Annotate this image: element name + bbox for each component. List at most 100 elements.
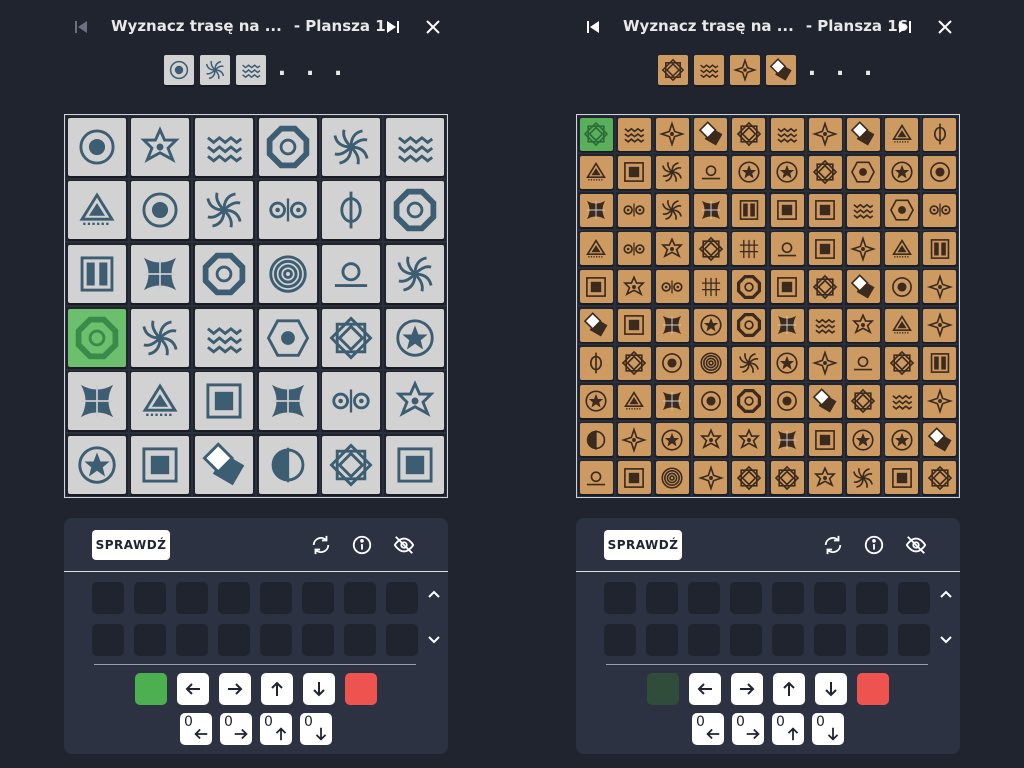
board-cell[interactable] — [768, 344, 807, 383]
board-cell[interactable] — [192, 369, 256, 434]
program-slot[interactable] — [302, 624, 334, 656]
move-left-command[interactable] — [689, 673, 721, 705]
board-cell[interactable] — [729, 115, 768, 154]
board-cell[interactable] — [615, 191, 654, 230]
board-cell[interactable] — [577, 115, 616, 154]
board-cell[interactable] — [383, 369, 447, 434]
board-cell[interactable] — [319, 178, 384, 243]
program-slot[interactable] — [604, 582, 636, 614]
board-cell[interactable] — [920, 382, 959, 421]
board-cell[interactable] — [615, 115, 654, 154]
zero-up-command[interactable]: 0 — [260, 713, 292, 745]
board-cell[interactable] — [256, 178, 320, 243]
program-slot[interactable] — [92, 624, 124, 656]
program-slot[interactable] — [604, 624, 636, 656]
board-cell[interactable] — [806, 191, 845, 230]
board-cell[interactable] — [128, 178, 193, 243]
board-cell[interactable] — [192, 306, 256, 370]
program-slot[interactable] — [260, 582, 292, 614]
board-cell[interactable] — [920, 420, 959, 459]
board-cell[interactable] — [319, 242, 384, 306]
board-cell[interactable] — [615, 420, 654, 459]
board-cell[interactable] — [806, 306, 845, 345]
board-cell[interactable] — [128, 115, 193, 179]
board-cell[interactable] — [256, 242, 320, 306]
board-cell[interactable] — [844, 153, 883, 192]
board-cell[interactable] — [256, 433, 320, 497]
board-cell[interactable] — [691, 382, 730, 421]
board-cell[interactable] — [844, 229, 883, 268]
board-cell[interactable] — [383, 178, 447, 243]
program-slot[interactable] — [646, 582, 678, 614]
board-cell[interactable] — [319, 369, 384, 434]
board-cell[interactable] — [577, 267, 616, 306]
program-slot[interactable] — [176, 582, 208, 614]
hide-button[interactable] — [391, 532, 417, 558]
program-slot[interactable] — [814, 582, 846, 614]
board-cell[interactable] — [806, 267, 845, 306]
board-cell[interactable] — [691, 191, 730, 230]
program-slot[interactable] — [856, 582, 888, 614]
board-cell[interactable] — [882, 153, 921, 192]
board-cell[interactable] — [691, 306, 730, 345]
board-cell[interactable] — [729, 229, 768, 268]
move-left-command[interactable] — [177, 673, 209, 705]
board-cell[interactable] — [653, 344, 692, 383]
move-down-command[interactable] — [303, 673, 335, 705]
hide-button[interactable] — [903, 532, 929, 558]
board-cell[interactable] — [256, 115, 320, 179]
board-cell[interactable] — [256, 306, 320, 370]
reset-button[interactable] — [308, 532, 334, 558]
board-cell[interactable] — [128, 242, 193, 306]
stop-command[interactable] — [857, 673, 889, 705]
board-cell[interactable] — [806, 115, 845, 154]
board-cell[interactable] — [691, 115, 730, 154]
board-cell[interactable] — [577, 458, 616, 497]
move-right-command[interactable] — [731, 673, 763, 705]
board-cell[interactable] — [653, 420, 692, 459]
board-cell[interactable] — [729, 306, 768, 345]
move-down-command[interactable] — [815, 673, 847, 705]
board-cell[interactable] — [882, 267, 921, 306]
board-cell[interactable] — [882, 191, 921, 230]
board-cell[interactable] — [691, 458, 730, 497]
program-slot[interactable] — [730, 624, 762, 656]
board-cell[interactable] — [882, 458, 921, 497]
board-cell[interactable] — [65, 242, 129, 306]
board-cell[interactable] — [920, 458, 959, 497]
board-cell[interactable] — [615, 382, 654, 421]
board-cell[interactable] — [844, 382, 883, 421]
zero-left-command[interactable]: 0 — [692, 713, 724, 745]
board-cell[interactable] — [577, 344, 616, 383]
board-cell[interactable] — [653, 382, 692, 421]
board-cell[interactable] — [615, 344, 654, 383]
board-cell[interactable] — [653, 153, 692, 192]
board-cell[interactable] — [383, 306, 447, 370]
board-cell[interactable] — [691, 267, 730, 306]
board-cell[interactable] — [383, 242, 447, 306]
zero-right-command[interactable]: 0 — [732, 713, 764, 745]
board-cell[interactable] — [729, 267, 768, 306]
board-cell[interactable] — [768, 267, 807, 306]
scroll-down-button[interactable] — [426, 632, 442, 648]
start-command[interactable] — [135, 673, 167, 705]
close-button[interactable] — [934, 16, 956, 38]
board-cell[interactable] — [65, 369, 129, 434]
board-cell[interactable] — [806, 153, 845, 192]
board-cell[interactable] — [319, 433, 384, 497]
board-cell[interactable] — [65, 433, 129, 497]
board-cell[interactable] — [882, 382, 921, 421]
first-board-button[interactable] — [70, 16, 92, 38]
board-cell[interactable] — [806, 344, 845, 383]
previous-board-button[interactable] — [582, 16, 604, 38]
board-cell[interactable] — [691, 420, 730, 459]
check-button[interactable]: SPRAWDŹ — [92, 530, 170, 560]
board-cell[interactable] — [729, 382, 768, 421]
program-slot[interactable] — [898, 582, 930, 614]
board-cell[interactable] — [729, 191, 768, 230]
zero-left-command[interactable]: 0 — [180, 713, 212, 745]
zero-up-command[interactable]: 0 — [772, 713, 804, 745]
board-cell[interactable] — [882, 344, 921, 383]
board-cell[interactable] — [65, 178, 129, 243]
program-slot[interactable] — [688, 582, 720, 614]
